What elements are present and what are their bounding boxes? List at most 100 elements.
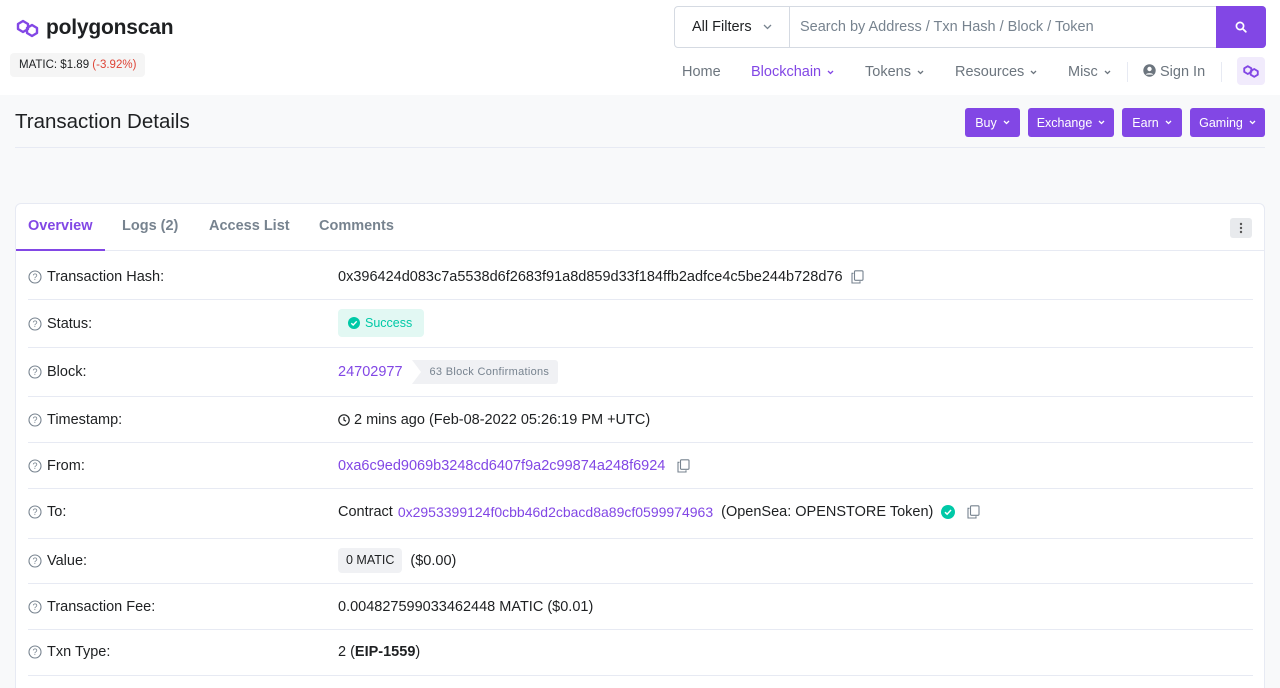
label-text: Block: [47,364,87,380]
svg-text:?: ? [32,507,37,517]
buy-button[interactable]: Buy [965,108,1020,137]
logo-text: polygonscan [46,16,174,39]
block-confirmations-badge: 63 Block Confirmations [411,360,559,384]
search-input[interactable] [790,7,1265,47]
status-badge: Success [338,309,425,337]
label-text: Txn Type: [47,644,111,660]
row-label: ? Txn Type: [28,644,110,660]
svg-text:?: ? [32,415,37,425]
clock-icon [338,414,350,426]
contract-prefix: Contract [338,504,393,520]
title-divider [15,147,1265,148]
label-text: Transaction Hash: [47,269,165,285]
buy-label: Buy [975,115,997,130]
svg-text:?: ? [32,602,37,612]
chevron-down-icon [1165,120,1172,125]
row-to: ? To: Contract 0x2953399124f0cbb46d2cbac… [28,489,1253,539]
question-circle-icon[interactable]: ? [28,645,42,659]
copy-icon[interactable] [850,270,864,284]
exchange-button[interactable]: Exchange [1028,108,1114,137]
row-txn-type: ? Txn Type: 2 (EIP-1559) [28,630,1253,676]
txn-type-suffix: ) [415,644,421,660]
nav-resources[interactable]: Resources [955,58,1037,86]
verified-check-icon [941,505,956,519]
search-bar: All Filters [674,6,1266,48]
question-circle-icon[interactable]: ? [28,554,42,568]
nav-resources-label: Resources [955,64,1025,80]
earn-label: Earn [1132,115,1159,130]
row-label: ? Status: [28,316,92,332]
label-text: Value: [47,553,88,569]
user-icon [1143,64,1156,77]
site-header: polygonscan MATIC: $1.89 (-3.92%) All Fi… [0,0,1280,95]
chevron-down-icon [1003,120,1010,125]
question-circle-icon[interactable]: ? [28,505,42,519]
gaming-button[interactable]: Gaming [1190,108,1265,137]
row-value: 0xa6c9ed9069b3248cd6407f9a2c99874a248f69… [338,458,690,474]
chevron-down-icon [827,70,834,75]
nav-home[interactable]: Home [682,58,721,86]
question-circle-icon[interactable]: ? [28,365,42,379]
label-text: Timestamp: [47,412,123,428]
to-address-link[interactable]: 0x2953399124f0cbb46d2cbacd8a89cf05999749… [398,504,713,520]
row-value-amount: ? Value: 0 MATIC ($0.00) [28,539,1253,584]
nav-sign-in[interactable]: Sign In [1143,58,1205,86]
svg-text:?: ? [32,461,37,471]
row-value: 2 (EIP-1559) [338,644,420,660]
txn-type-name: EIP-1559 [354,644,416,660]
page-title: Transaction Details [15,110,190,133]
status-text: Success [365,316,413,330]
question-circle-icon[interactable]: ? [28,317,42,331]
gaming-label: Gaming [1199,115,1243,130]
search-button[interactable] [1216,6,1266,48]
row-block: ? Block: 24702977 63 Block Confirmations [28,348,1253,397]
copy-icon[interactable] [677,459,690,473]
chevron-down-icon [1030,70,1037,75]
svg-text:?: ? [32,272,37,282]
value-badge: 0 MATIC [338,548,403,573]
network-switch-button[interactable] [1237,57,1265,85]
chevron-down-icon [1249,120,1256,125]
chevron-down-icon [917,70,924,75]
nav-tokens[interactable]: Tokens [865,58,924,86]
svg-text:?: ? [32,647,37,657]
tab-comments[interactable]: Comments [307,204,406,251]
main-nav: Home Blockchain Tokens Resources Misc Si… [0,58,1280,86]
tab-access-list[interactable]: Access List [197,204,302,251]
transaction-card: Overview Logs (2) Access List Comments ?… [15,203,1265,688]
label-text: From: [47,458,85,474]
contract-name: (OpenSea: OPENSTORE Token) [721,504,934,520]
row-label: ? Timestamp: [28,412,122,428]
question-circle-icon[interactable]: ? [28,459,42,473]
nav-blockchain[interactable]: Blockchain [751,58,834,86]
nav-sign-in-label: Sign In [1160,64,1206,80]
label-text: Status: [47,316,93,332]
question-circle-icon[interactable]: ? [28,600,42,614]
tab-logs[interactable]: Logs (2) [110,204,190,251]
more-options-button[interactable] [1230,218,1252,238]
nav-misc[interactable]: Misc [1068,58,1111,86]
from-address-link[interactable]: 0xa6c9ed9069b3248cd6407f9a2c99874a248f69… [338,458,665,474]
search-filter-select[interactable]: All Filters [675,7,790,47]
nav-tokens-label: Tokens [865,64,911,80]
polygonscan-logo[interactable]: polygonscan [15,16,174,40]
row-label: ? Value: [28,553,87,569]
tab-overview[interactable]: Overview [16,204,105,251]
block-number-link[interactable]: 24702977 [338,364,403,380]
question-circle-icon[interactable]: ? [28,270,42,284]
nav-separator [1127,62,1128,82]
search-filter-label: All Filters [692,19,752,35]
chevron-down-icon [1104,70,1111,75]
row-value: 2 mins ago (Feb-08-2022 05:26:19 PM +UTC… [338,412,650,428]
row-timestamp: ? Timestamp: 2 mins ago (Feb-08-2022 05:… [28,397,1253,443]
copy-icon[interactable] [967,505,980,519]
earn-button[interactable]: Earn [1122,108,1182,137]
row-label: ? From: [28,458,85,474]
check-circle-icon [348,317,360,329]
transaction-fee-value: 0.004827599033462448 MATIC ($0.01) [338,599,594,615]
row-value: 0.004827599033462448 MATIC ($0.01) [338,599,593,615]
timestamp-value: 2 mins ago (Feb-08-2022 05:26:19 PM +UTC… [354,412,651,428]
transaction-hash-value: 0x396424d083c7a5538d6f2683f91a8d859d33f1… [338,269,843,285]
row-label: ? Transaction Fee: [28,599,155,615]
question-circle-icon[interactable]: ? [28,413,42,427]
